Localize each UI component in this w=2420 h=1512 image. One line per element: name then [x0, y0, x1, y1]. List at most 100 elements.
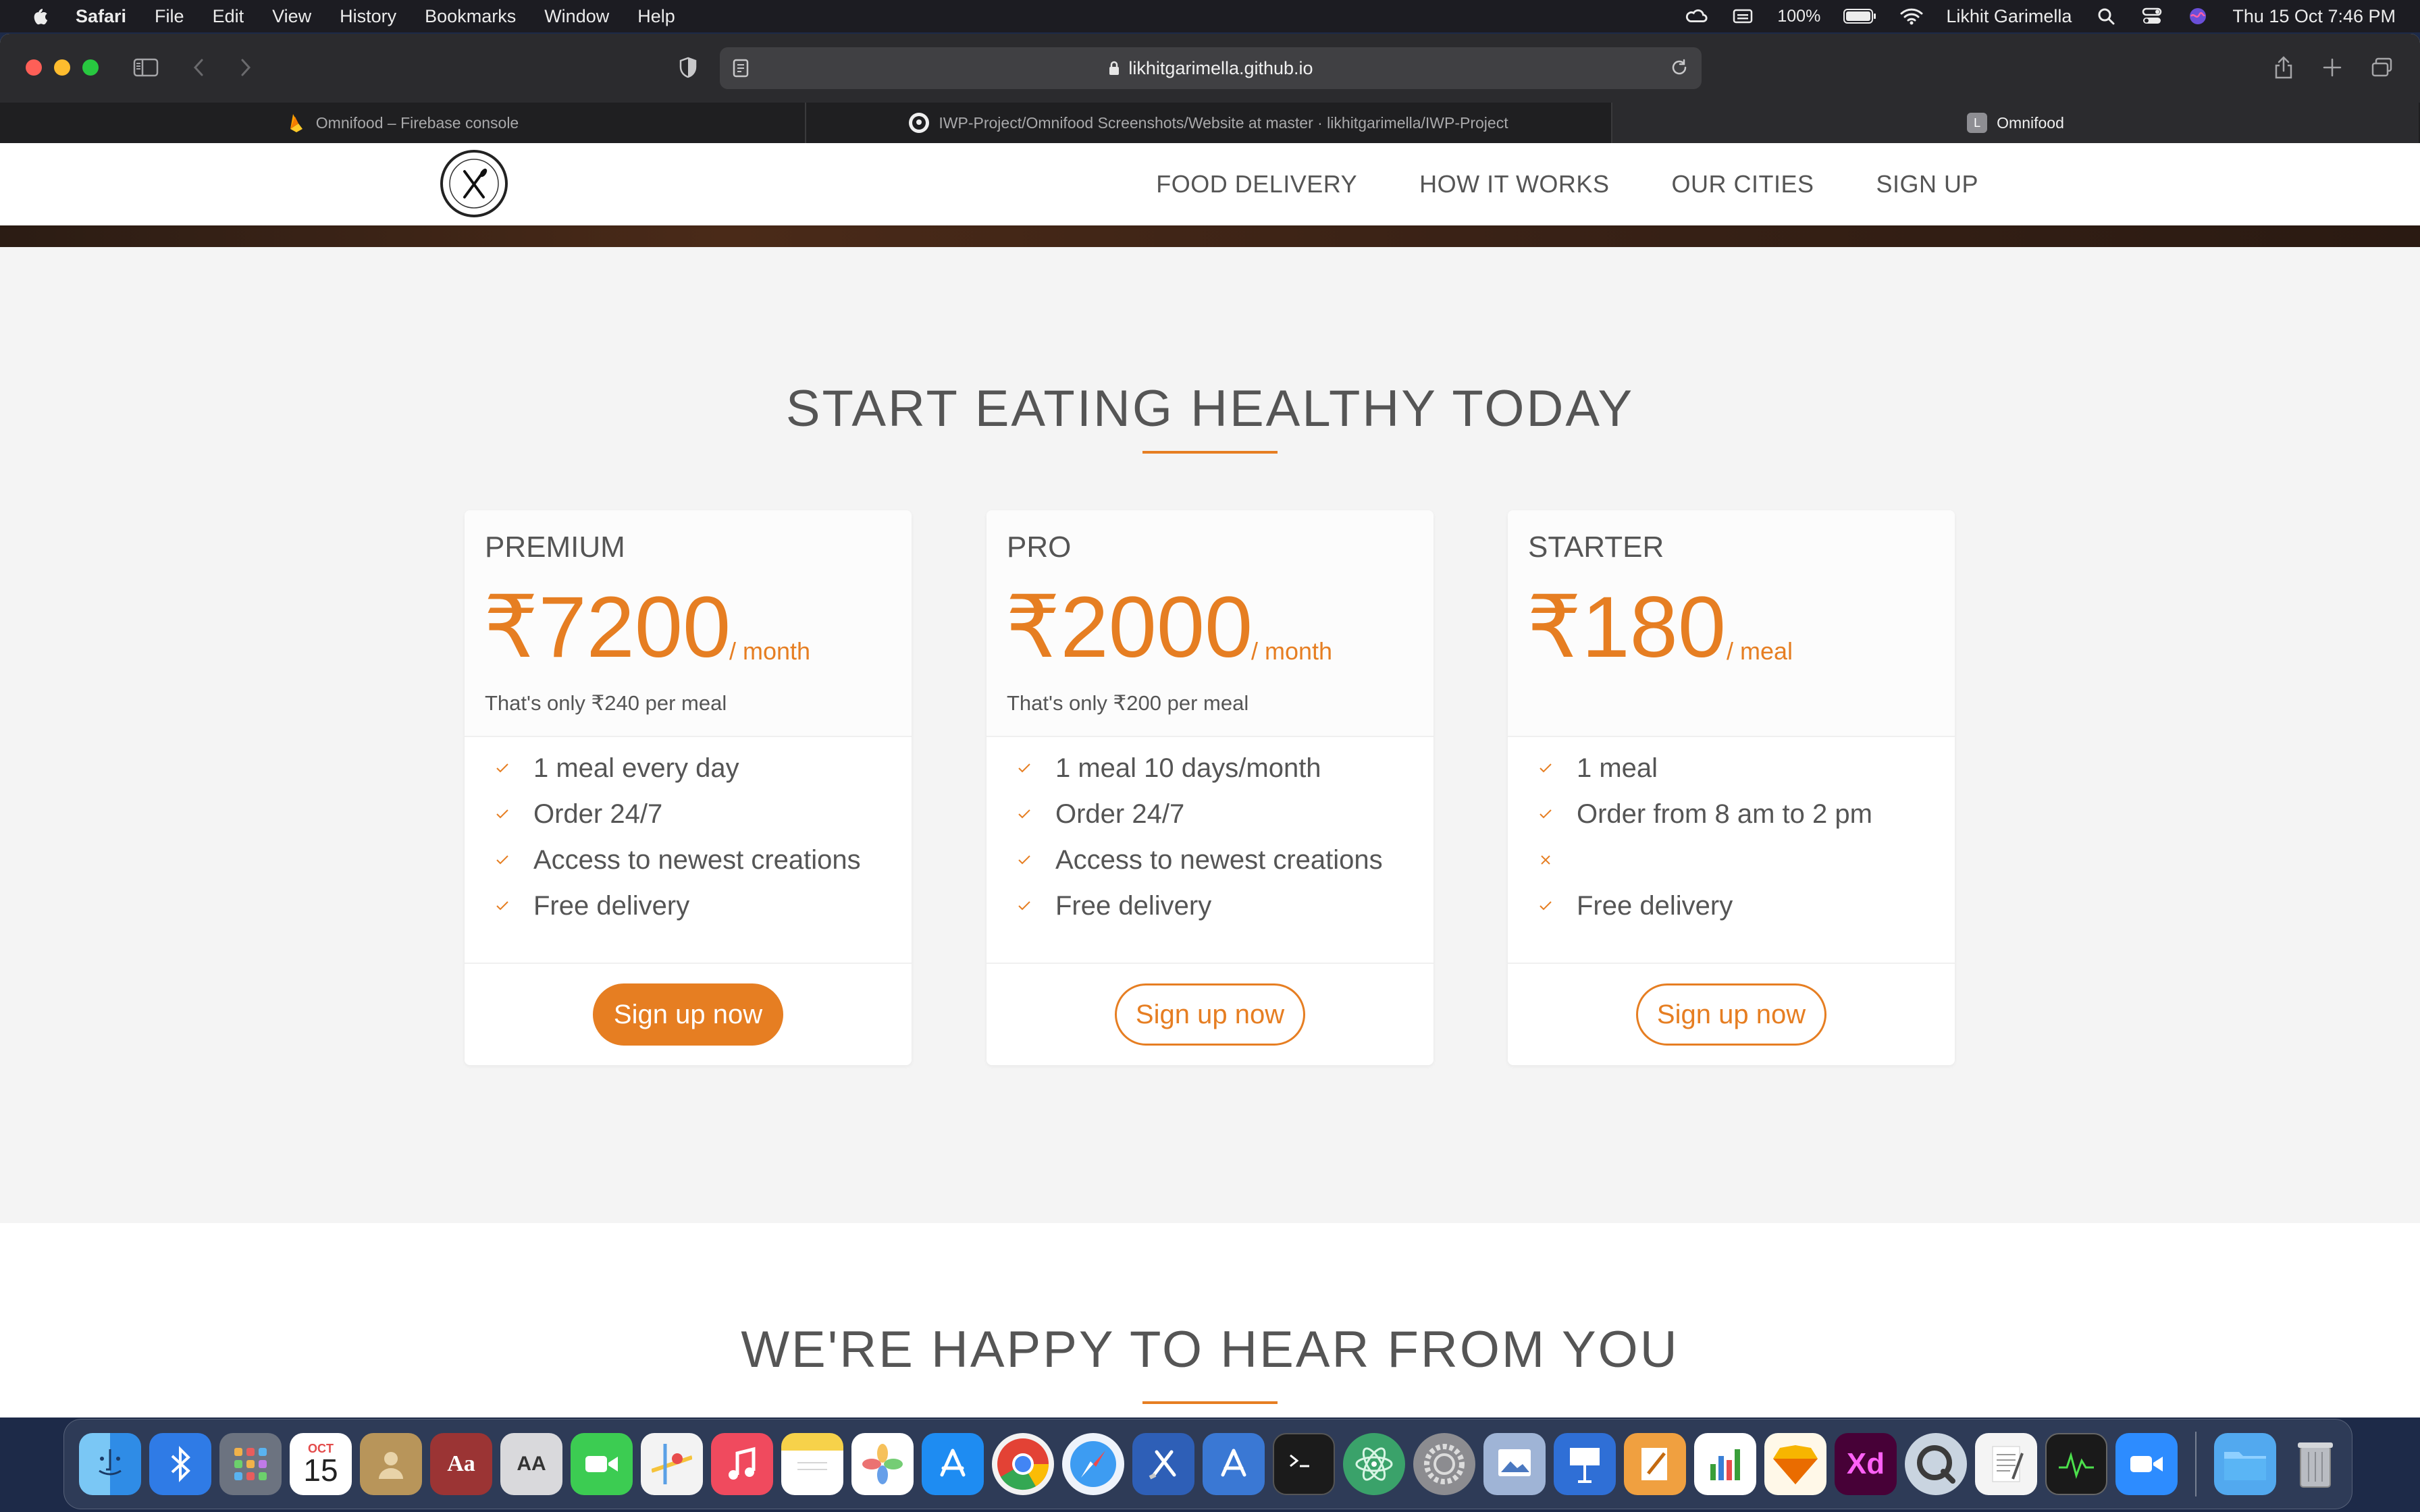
site-favicon: L: [1967, 113, 1988, 133]
tab-github-repo[interactable]: IWP-Project/Omnifood Screenshots/Website…: [806, 103, 1612, 143]
creative-cloud-icon[interactable]: [1685, 6, 1708, 26]
adobe-xd-icon[interactable]: Xd: [1835, 1433, 1897, 1495]
plan-unit: / month: [729, 637, 811, 665]
music-icon[interactable]: [711, 1433, 773, 1495]
terminal-icon[interactable]: [1273, 1433, 1335, 1495]
forward-icon[interactable]: [231, 54, 261, 81]
keynote-icon[interactable]: [1554, 1433, 1616, 1495]
nav-our-cities[interactable]: OUR CITIES: [1671, 170, 1814, 198]
chrome-icon[interactable]: [992, 1433, 1054, 1495]
address-bar[interactable]: likhitgarimella.github.io: [720, 47, 1702, 89]
starter-sign-up-button[interactable]: Sign up now: [1636, 983, 1826, 1046]
apple-icon[interactable]: [28, 5, 50, 27]
feature-list: 1 meal 10 days/month Order 24/7 Access t…: [987, 745, 1433, 929]
browser-toolbar: likhitgarimella.github.io: [0, 34, 2420, 103]
feature-list: 1 meal every day Order 24/7 Access to ne…: [465, 745, 912, 929]
dictionary-icon[interactable]: Aa: [430, 1433, 492, 1495]
downloads-folder-icon[interactable]: [2214, 1433, 2276, 1495]
menu-view[interactable]: View: [272, 6, 311, 27]
plan-price: ₹7200: [483, 579, 731, 676]
feature-item: Free delivery: [987, 883, 1433, 929]
battery-icon[interactable]: [1843, 6, 1877, 26]
menu-window[interactable]: Window: [544, 6, 609, 27]
atom-icon[interactable]: [1343, 1433, 1405, 1495]
close-window-button[interactable]: [26, 59, 42, 76]
preview-icon[interactable]: [1483, 1433, 1546, 1495]
app-store-icon[interactable]: [922, 1433, 984, 1495]
back-icon[interactable]: [184, 54, 213, 81]
siri-icon[interactable]: [2186, 6, 2209, 26]
new-tab-icon[interactable]: [2317, 54, 2347, 81]
menu-bar: Safari File Edit View History Bookmarks …: [0, 0, 2420, 32]
checkmark-icon: [1016, 852, 1032, 868]
menu-clock[interactable]: Thu 15 Oct 7:46 PM: [2232, 6, 2396, 27]
contact-title: WE'RE HAPPY TO HEAR FROM YOU: [741, 1321, 1679, 1378]
safari-window: likhitgarimella.github.io Omnifood – Fir…: [0, 34, 2420, 1418]
menu-file[interactable]: File: [155, 6, 184, 27]
menu-edit[interactable]: Edit: [213, 6, 244, 27]
pages-icon[interactable]: [1624, 1433, 1686, 1495]
font-book-icon[interactable]: AA: [500, 1433, 562, 1495]
feature-text: 1 meal every day: [533, 753, 739, 783]
wifi-icon[interactable]: [1900, 6, 1923, 26]
simulator-icon[interactable]: [1203, 1433, 1265, 1495]
textedit-icon[interactable]: [1975, 1433, 2037, 1495]
zoom-icon[interactable]: [2115, 1433, 2178, 1495]
keyboard-input-icon[interactable]: [1731, 6, 1754, 26]
control-center-icon[interactable]: [2140, 6, 2163, 26]
pro-sign-up-button[interactable]: Sign up now: [1115, 983, 1305, 1046]
launchpad-icon[interactable]: [219, 1433, 282, 1495]
dock: OCT 15 Aa AA Xd: [63, 1419, 2352, 1509]
title-divider: [1142, 1401, 1278, 1404]
system-preferences-icon[interactable]: [1413, 1433, 1475, 1495]
menu-history[interactable]: History: [340, 6, 396, 27]
nav-food-delivery[interactable]: FOOD DELIVERY: [1156, 170, 1357, 198]
omnifood-logo[interactable]: [440, 150, 508, 217]
plan-unit: / meal: [1727, 637, 1793, 665]
sketch-icon[interactable]: [1764, 1433, 1826, 1495]
plan-price: ₹180: [1527, 579, 1726, 676]
checkmark-icon: [1537, 760, 1554, 776]
maps-icon[interactable]: [641, 1433, 703, 1495]
photos-icon[interactable]: [851, 1433, 914, 1495]
trash-icon[interactable]: [2284, 1433, 2346, 1495]
bluetooth-icon[interactable]: [149, 1433, 211, 1495]
plan-name: PRO: [1007, 531, 1072, 564]
nav-sign-up[interactable]: SIGN UP: [1876, 170, 1978, 198]
quicktime-icon[interactable]: [1905, 1433, 1967, 1495]
privacy-shield-icon[interactable]: [673, 54, 703, 81]
zoom-window-button[interactable]: [82, 59, 99, 76]
xcode-icon[interactable]: [1132, 1433, 1194, 1495]
reload-icon[interactable]: [1669, 57, 1689, 82]
tab-overview-icon[interactable]: [2367, 54, 2397, 81]
notes-icon[interactable]: [781, 1433, 843, 1495]
menu-bookmarks[interactable]: Bookmarks: [425, 6, 516, 27]
numbers-icon[interactable]: [1694, 1433, 1756, 1495]
plan-header: STARTER ₹180 / meal: [1508, 510, 1955, 737]
feature-item: 1 meal 10 days/month: [987, 745, 1433, 791]
share-icon[interactable]: [2269, 54, 2298, 81]
nav-how-it-works[interactable]: HOW IT WORKS: [1419, 170, 1609, 198]
menu-help[interactable]: Help: [637, 6, 675, 27]
contacts-icon[interactable]: [360, 1433, 422, 1495]
premium-sign-up-button[interactable]: Sign up now: [593, 983, 783, 1046]
plan-header: PRO ₹2000 / month That's only ₹200 per m…: [987, 510, 1433, 737]
menu-app-safari[interactable]: Safari: [76, 6, 126, 27]
web-page: FOOD DELIVERY HOW IT WORKS OUR CITIES SI…: [0, 143, 2420, 1418]
facetime-icon[interactable]: [571, 1433, 633, 1495]
tab-firebase-console[interactable]: Omnifood – Firebase console: [0, 103, 806, 143]
finder-icon[interactable]: [79, 1433, 141, 1495]
sidebar-toggle-icon[interactable]: [131, 54, 161, 81]
calendar-icon[interactable]: OCT 15: [290, 1433, 352, 1495]
spotlight-search-icon[interactable]: [2095, 6, 2118, 26]
tab-omnifood[interactable]: L Omnifood: [1612, 103, 2419, 143]
url-text[interactable]: likhitgarimella.github.io: [1128, 58, 1313, 79]
activity-monitor-icon[interactable]: [2045, 1433, 2107, 1495]
github-icon: [909, 113, 930, 133]
safari-icon[interactable]: [1062, 1433, 1124, 1495]
reader-view-icon[interactable]: [732, 58, 749, 83]
feature-item: 1 meal every day: [465, 745, 912, 791]
lock-icon: [1108, 60, 1120, 76]
user-name[interactable]: Likhit Garimella: [1946, 6, 2072, 27]
minimize-window-button[interactable]: [54, 59, 70, 76]
